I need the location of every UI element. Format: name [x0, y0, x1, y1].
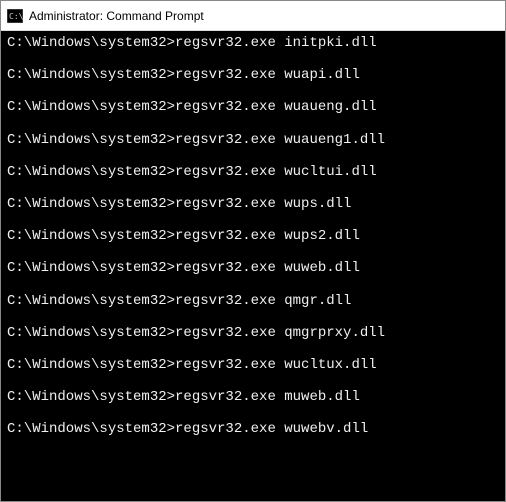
terminal-line: C:\Windows\system32>regsvr32.exe wuweb.d…	[7, 260, 499, 276]
terminal-blank-line	[7, 83, 499, 99]
svg-text:C:\: C:\	[9, 12, 23, 21]
titlebar[interactable]: C:\ Administrator: Command Prompt	[1, 1, 505, 31]
terminal-blank-line	[7, 115, 499, 131]
terminal-line: C:\Windows\system32>regsvr32.exe qmgrprx…	[7, 325, 499, 341]
terminal-blank-line	[7, 212, 499, 228]
terminal-line: C:\Windows\system32>regsvr32.exe wups.dl…	[7, 196, 499, 212]
terminal-blank-line	[7, 309, 499, 325]
terminal-blank-line	[7, 341, 499, 357]
terminal-blank-line	[7, 180, 499, 196]
terminal-line: C:\Windows\system32>regsvr32.exe muweb.d…	[7, 389, 499, 405]
terminal-blank-line	[7, 405, 499, 421]
terminal-blank-line	[7, 244, 499, 260]
window-title: Administrator: Command Prompt	[29, 9, 204, 23]
terminal-line: C:\Windows\system32>regsvr32.exe wuaueng…	[7, 132, 499, 148]
terminal-line: C:\Windows\system32>regsvr32.exe wups2.d…	[7, 228, 499, 244]
terminal-blank-line	[7, 373, 499, 389]
terminal-line: C:\Windows\system32>regsvr32.exe wuwebv.…	[7, 421, 499, 437]
terminal-line: C:\Windows\system32>regsvr32.exe initpki…	[7, 35, 499, 51]
terminal-area[interactable]: C:\Windows\system32>regsvr32.exe initpki…	[1, 31, 505, 501]
terminal-blank-line	[7, 51, 499, 67]
terminal-blank-line	[7, 276, 499, 292]
command-prompt-window: C:\ Administrator: Command Prompt C:\Win…	[0, 0, 506, 502]
terminal-line: C:\Windows\system32>regsvr32.exe wuaueng…	[7, 99, 499, 115]
terminal-line: C:\Windows\system32>regsvr32.exe wucltux…	[7, 357, 499, 373]
terminal-line: C:\Windows\system32>regsvr32.exe qmgr.dl…	[7, 293, 499, 309]
terminal-line: C:\Windows\system32>regsvr32.exe wuapi.d…	[7, 67, 499, 83]
terminal-line: C:\Windows\system32>regsvr32.exe wucltui…	[7, 164, 499, 180]
cmd-icon: C:\	[7, 9, 23, 23]
terminal-blank-line	[7, 148, 499, 164]
